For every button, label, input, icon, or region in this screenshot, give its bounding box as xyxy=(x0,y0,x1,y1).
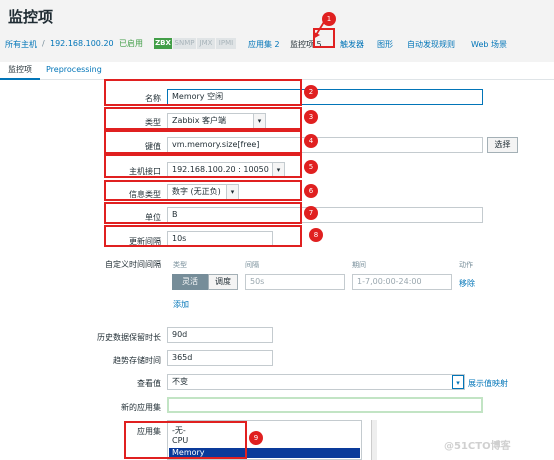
info-type-label: 信息类型 xyxy=(129,190,161,199)
new-app-label: 新的应用集 xyxy=(121,403,161,412)
custom-period-input[interactable]: 1-7,00:00-24:00 xyxy=(352,274,452,290)
annotation-badge-8: 8 xyxy=(309,228,323,242)
chevron-down-icon: ▾ xyxy=(253,114,265,128)
units-input[interactable]: B xyxy=(167,207,483,223)
trends-input[interactable]: 365d xyxy=(167,350,273,366)
interval-label: 更新间隔 xyxy=(129,237,161,246)
interface-select-value: 192.168.100.20 : 10050 xyxy=(172,165,269,174)
units-label: 单位 xyxy=(145,213,161,222)
apps-option-memory[interactable]: Memory xyxy=(169,448,360,458)
nav-items[interactable]: 监控项 5 xyxy=(290,39,322,50)
name-input[interactable]: Memory 空闲 xyxy=(167,89,483,105)
listbox-scrollbar[interactable] xyxy=(371,420,377,460)
ipmi-badge: IPMI xyxy=(216,38,236,49)
nav-graphs[interactable]: 图形 xyxy=(377,39,393,50)
interval-input[interactable]: 10s xyxy=(167,231,273,247)
watermark: @51CTO博客 xyxy=(444,441,511,452)
snmp-badge: SNMP xyxy=(173,38,196,49)
zbx-badge: ZBX xyxy=(154,38,172,49)
chevron-down-icon: ▾ xyxy=(226,185,238,199)
valuemap-link[interactable]: 展示值映射 xyxy=(468,378,508,389)
status-enabled[interactable]: 已启用 xyxy=(119,38,143,49)
custom-interval-input[interactable]: 50s xyxy=(245,274,345,290)
type-select-value: Zabbix 客户端 xyxy=(172,116,227,125)
header-bar xyxy=(0,0,554,62)
annotation-badge-5: 5 xyxy=(304,160,318,174)
apps-label: 应用集 xyxy=(137,427,161,436)
type-select[interactable]: Zabbix 客户端 ▾ xyxy=(167,113,266,129)
valuemap-label: 查看值 xyxy=(137,379,161,388)
custom-col-period: 期间 xyxy=(352,261,366,269)
scheduling-toggle[interactable]: 调度 xyxy=(208,274,238,290)
tab-item[interactable]: 监控项 xyxy=(0,62,40,80)
apps-option-none[interactable]: -无- xyxy=(172,425,186,436)
annotation-badge-6: 6 xyxy=(304,184,318,198)
breadcrumb-separator: / xyxy=(42,39,45,48)
info-type-select[interactable]: 数字 (无正负) ▾ xyxy=(167,184,239,200)
valuemap-select[interactable]: 不变 ▾ xyxy=(167,374,465,390)
info-type-select-value: 数字 (无正负) xyxy=(172,187,221,196)
name-label: 名称 xyxy=(145,94,161,103)
interface-label: 主机接口 xyxy=(129,167,161,176)
nav-discovery[interactable]: 自动发现规则 xyxy=(407,39,455,50)
custom-col-type: 类型 xyxy=(173,261,187,269)
flexible-toggle[interactable]: 灵活 xyxy=(172,274,208,290)
annotation-badge-4: 4 xyxy=(304,134,318,148)
apps-listbox[interactable]: -无- CPU Memory xyxy=(167,420,362,460)
breadcrumb-all-hosts[interactable]: 所有主机 xyxy=(5,39,37,50)
key-label: 键值 xyxy=(145,142,161,151)
history-label: 历史数据保留时长 xyxy=(97,333,161,342)
custom-col-action: 动作 xyxy=(459,261,473,269)
annotation-badge-9: 9 xyxy=(249,431,263,445)
key-input[interactable]: vm.memory.size[free] xyxy=(167,137,483,153)
remove-link[interactable]: 移除 xyxy=(459,278,475,289)
valuemap-select-value: 不变 xyxy=(172,377,188,386)
nav-triggers[interactable]: 触发器 xyxy=(340,39,364,50)
tab-preprocessing[interactable]: Preprocessing xyxy=(46,62,102,77)
annotation-badge-3: 3 xyxy=(304,110,318,124)
chevron-down-icon: ▾ xyxy=(452,375,464,389)
history-input[interactable]: 90d xyxy=(167,327,273,343)
annotation-badge-7: 7 xyxy=(304,206,318,220)
annotation-badge-1: 1 xyxy=(322,12,336,26)
trends-label: 趋势存储时间 xyxy=(113,356,161,365)
apps-option-cpu[interactable]: CPU xyxy=(172,436,188,445)
annotation-badge-2: 2 xyxy=(304,85,318,99)
breadcrumb-host[interactable]: 192.168.100.20 xyxy=(50,39,114,48)
chevron-down-icon: ▾ xyxy=(272,163,284,177)
type-label: 类型 xyxy=(145,118,161,127)
nav-web[interactable]: Web 场景 xyxy=(471,39,507,50)
interface-select[interactable]: 192.168.100.20 : 10050 ▾ xyxy=(167,162,285,178)
custom-col-interval: 间隔 xyxy=(245,261,259,269)
add-link[interactable]: 添加 xyxy=(173,299,189,310)
new-app-input[interactable] xyxy=(167,397,483,413)
jmx-badge: JMX xyxy=(197,38,215,49)
custom-intervals-label: 自定义时间间隔 xyxy=(105,260,161,269)
nav-applications[interactable]: 应用集 2 xyxy=(248,39,280,50)
key-select-button[interactable]: 选择 xyxy=(487,137,518,153)
page-title: 监控项 xyxy=(8,8,54,26)
